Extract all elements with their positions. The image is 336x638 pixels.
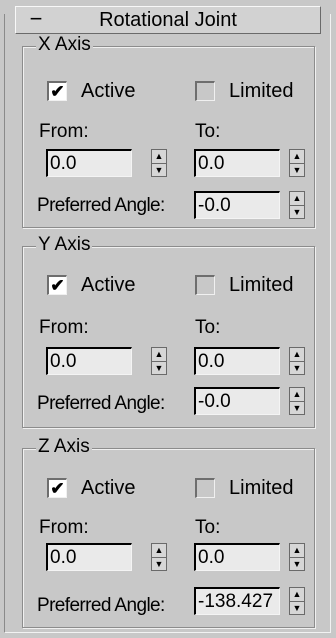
spin-down-icon[interactable]: ▼ xyxy=(290,402,304,415)
from-label: From: xyxy=(39,121,89,142)
from-spinner[interactable]: ▲ ▼ xyxy=(151,149,167,177)
limited-label: Limited xyxy=(229,477,294,499)
spin-down-icon[interactable]: ▼ xyxy=(152,362,166,375)
spin-up-icon[interactable]: ▲ xyxy=(290,150,304,164)
limited-checkbox[interactable] xyxy=(195,478,215,498)
spin-up-icon[interactable]: ▲ xyxy=(152,150,166,164)
spin-up-icon[interactable]: ▲ xyxy=(290,588,304,602)
to-spinner[interactable]: ▲ ▼ xyxy=(289,149,305,177)
limited-checkbox[interactable] xyxy=(195,81,215,101)
spin-down-icon[interactable]: ▼ xyxy=(290,164,304,177)
rollout-header[interactable]: − Rotational Joint xyxy=(15,6,321,34)
to-label: To: xyxy=(195,517,221,538)
spin-up-icon[interactable]: ▲ xyxy=(152,544,166,558)
check-icon: ✔ xyxy=(50,479,65,498)
to-label: To: xyxy=(195,317,221,338)
limited-checkbox[interactable] xyxy=(195,275,215,295)
active-label: Active xyxy=(81,80,136,102)
from-label: From: xyxy=(39,317,89,338)
group-label: Z Axis xyxy=(36,436,92,458)
rotational-joint-panel: − Rotational Joint X Axis ✔ Active Limit… xyxy=(0,0,336,638)
check-icon: ✔ xyxy=(50,276,65,295)
spin-up-icon[interactable]: ▲ xyxy=(290,192,304,206)
spin-down-icon[interactable]: ▼ xyxy=(290,362,304,375)
x-axis-group: X Axis ✔ Active Limited From: To: ▲▼ ▲▼ … xyxy=(22,34,315,228)
from-field[interactable] xyxy=(46,347,132,375)
preferred-angle-spinner[interactable]: ▲ ▼ xyxy=(289,587,305,615)
preferred-angle-field[interactable] xyxy=(194,387,280,415)
active-label: Active xyxy=(81,477,136,499)
limited-label: Limited xyxy=(229,80,294,102)
preferred-angle-field[interactable] xyxy=(194,587,280,615)
from-spinner[interactable]: ▲ ▼ xyxy=(151,347,167,375)
spin-up-icon[interactable]: ▲ xyxy=(152,348,166,362)
spin-down-icon[interactable]: ▼ xyxy=(290,558,304,571)
from-field[interactable] xyxy=(46,543,132,571)
y-axis-group: Y Axis ✔ Active Limited From: To: ▲▼ ▲▼ … xyxy=(22,234,315,428)
rollout-title: Rotational Joint xyxy=(99,9,237,31)
from-label: From: xyxy=(39,517,89,538)
from-field[interactable] xyxy=(46,149,132,177)
to-field[interactable] xyxy=(194,543,280,571)
preferred-angle-label: Preferred Angle: xyxy=(37,393,165,414)
to-field[interactable] xyxy=(194,149,280,177)
group-label: Y Axis xyxy=(36,234,93,256)
spin-up-icon[interactable]: ▲ xyxy=(290,544,304,558)
group-label: X Axis xyxy=(36,34,93,56)
check-icon: ✔ xyxy=(50,82,65,101)
preferred-angle-field[interactable] xyxy=(194,191,280,219)
spin-down-icon[interactable]: ▼ xyxy=(152,164,166,177)
preferred-angle-spinner[interactable]: ▲ ▼ xyxy=(289,191,305,219)
from-spinner[interactable]: ▲ ▼ xyxy=(151,543,167,571)
to-spinner[interactable]: ▲ ▼ xyxy=(289,543,305,571)
preferred-angle-label: Preferred Angle: xyxy=(37,595,165,616)
spin-up-icon[interactable]: ▲ xyxy=(290,388,304,402)
limited-label: Limited xyxy=(229,274,294,296)
to-label: To: xyxy=(195,121,221,142)
spin-down-icon[interactable]: ▼ xyxy=(290,206,304,219)
spin-up-icon[interactable]: ▲ xyxy=(290,348,304,362)
preferred-angle-label: Preferred Angle: xyxy=(37,195,165,216)
spin-down-icon[interactable]: ▼ xyxy=(290,602,304,615)
active-checkbox[interactable]: ✔ xyxy=(47,81,67,101)
to-spinner[interactable]: ▲ ▼ xyxy=(289,347,305,375)
active-checkbox[interactable]: ✔ xyxy=(47,275,67,295)
active-checkbox[interactable]: ✔ xyxy=(47,478,67,498)
preferred-angle-spinner[interactable]: ▲ ▼ xyxy=(289,387,305,415)
active-label: Active xyxy=(81,274,136,296)
z-axis-group: Z Axis ✔ Active Limited From: To: ▲▼ ▲▼ … xyxy=(22,436,315,628)
spin-down-icon[interactable]: ▼ xyxy=(152,558,166,571)
to-field[interactable] xyxy=(194,347,280,375)
